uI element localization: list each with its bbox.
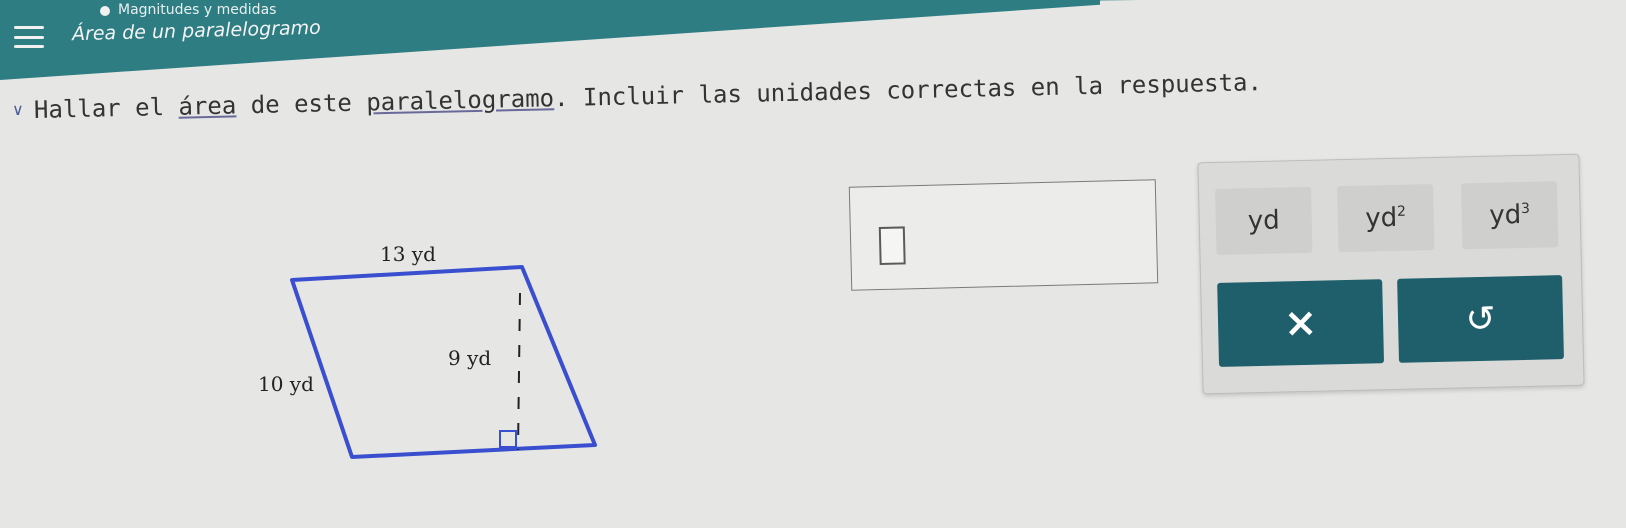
left-side-label: 10 yd — [258, 372, 314, 396]
top-side-label: 13 yd — [380, 242, 436, 266]
unit-yd3-label: yd — [1488, 200, 1522, 231]
answer-input[interactable] — [878, 226, 906, 266]
units-keypad: yd yd 2 yd 3 × ↺ — [1197, 153, 1585, 395]
clear-button[interactable]: × — [1217, 279, 1385, 367]
unit-yd-label: yd — [1247, 205, 1281, 237]
parallelogram-shape — [290, 265, 597, 459]
menu-icon-line — [14, 35, 44, 39]
question-text-part: Hallar el — [33, 92, 179, 124]
answer-box[interactable] — [848, 179, 1159, 291]
topic-label: Magnitudes y medidas — [118, 2, 277, 18]
question-text-part: de este — [235, 88, 367, 120]
height-dashed-line — [517, 292, 521, 451]
right-angle-marker — [499, 430, 517, 448]
menu-icon-line — [14, 26, 44, 29]
unit-yd2-exponent: 2 — [1396, 203, 1407, 220]
glossary-link-area[interactable]: área — [178, 91, 236, 120]
undo-icon: ↺ — [1464, 298, 1497, 340]
chevron-down-icon[interactable]: ∨ — [12, 100, 24, 119]
close-icon: × — [1283, 299, 1318, 347]
unit-yd2-label: yd — [1364, 202, 1398, 234]
parallelogram-figure: 13 yd 10 yd 9 yd — [258, 242, 597, 459]
topic-dot-icon — [100, 6, 110, 16]
unit-yd3-exponent: 3 — [1520, 200, 1531, 218]
question-text: Hallar el área de este paralelogramo. In… — [34, 68, 1263, 124]
glossary-link-parallelogram[interactable]: paralelogramo — [366, 84, 554, 116]
question-text-part: . Incluir las unidades correctas en la r… — [553, 68, 1263, 113]
height-label: 9 yd — [448, 346, 491, 370]
unit-yd2-button[interactable]: yd 2 — [1336, 184, 1435, 253]
undo-button[interactable]: ↺ — [1397, 275, 1564, 363]
menu-icon-line — [14, 45, 44, 48]
menu-icon[interactable] — [14, 26, 44, 48]
unit-yd-button[interactable]: yd — [1215, 186, 1313, 255]
unit-yd3-button[interactable]: yd 3 — [1460, 181, 1559, 250]
